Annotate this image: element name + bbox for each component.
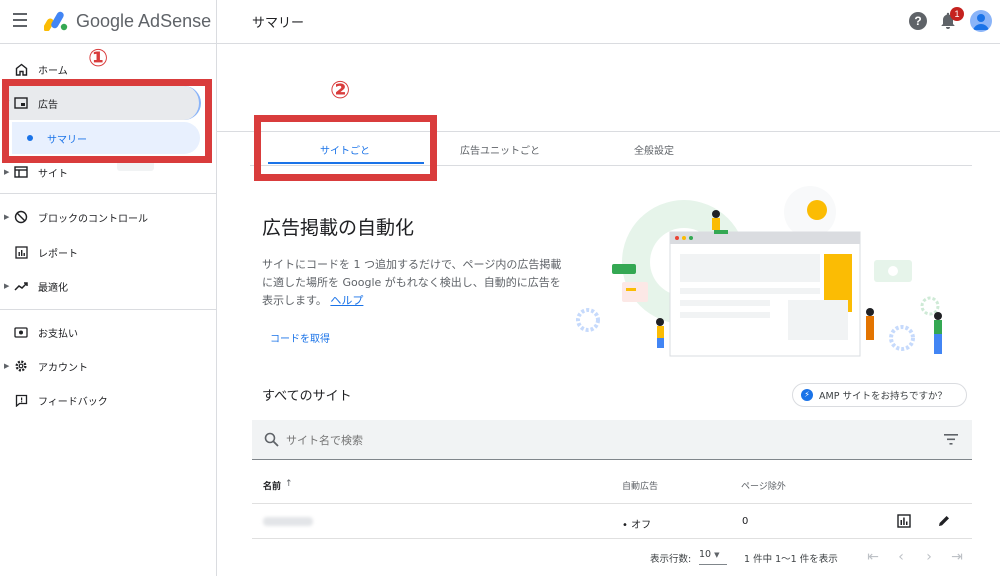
chevron-right-icon: ▶	[4, 362, 10, 370]
report-icon[interactable]	[897, 514, 911, 528]
site-name-redacted	[263, 517, 313, 526]
table-header: 名前 ↑ 自動広告 ページ除外	[252, 468, 972, 504]
payments-icon	[14, 325, 28, 339]
amp-sites-chip[interactable]: ⚡ AMP サイトをお持ちですか？	[792, 383, 967, 407]
top-app-bar: Google AdSense サマリー ? 1	[0, 0, 1000, 44]
hero-title: 広告掲載の自動化	[262, 217, 415, 239]
feedback-icon	[14, 393, 28, 407]
sidebar-item-reports[interactable]: レポート	[0, 237, 216, 267]
sidebar-item-label: サイト	[38, 168, 68, 180]
all-sites-title: すべてのサイト	[262, 389, 352, 404]
hero-description: サイトにコードを 1 つ追加するだけで、ページ内の広告掲載に適した場所を Goo…	[262, 256, 567, 310]
rows-per-page-label: 表示行数:	[650, 554, 692, 565]
sidebar-item-label: アカウント	[38, 362, 88, 374]
notification-badge: 1	[950, 7, 964, 21]
chevron-right-icon: ▶	[4, 282, 10, 290]
annotation-number-2: ②	[330, 76, 351, 104]
table-pager: 表示行数: 10 ▼ 1 件中 1〜1 件を表示 ⇤ ‹ › ⇥	[252, 544, 972, 572]
help-icon[interactable]: ?	[909, 12, 927, 30]
sort-arrow-icon[interactable]: ↑	[285, 479, 293, 489]
site-search-bar	[252, 420, 972, 460]
report-icon	[14, 245, 28, 259]
home-icon	[14, 62, 28, 76]
last-page-icon[interactable]: ⇥	[948, 548, 966, 566]
sidebar-divider	[0, 193, 216, 194]
column-header-name[interactable]: 名前	[263, 479, 281, 492]
search-icon	[264, 432, 279, 447]
column-header-page-exclusions: ページ除外	[741, 482, 786, 492]
sidebar-item-label: ホーム	[38, 65, 68, 77]
help-link[interactable]: ヘルプ	[330, 294, 363, 307]
sidebar-item-label: ブロックのコントロール	[38, 213, 148, 225]
chevron-down-icon: ▼	[714, 551, 720, 559]
annotation-box-1	[2, 79, 212, 163]
rows-per-page-select[interactable]: 10 ▼	[699, 549, 727, 565]
bolt-icon: ⚡	[801, 389, 813, 401]
sidebar-item-optimization[interactable]: ▶ 最適化	[0, 271, 216, 301]
sidebar-item-block-controls[interactable]: ▶ ブロックのコントロール	[0, 202, 216, 232]
avatar[interactable]	[970, 10, 992, 32]
amp-chip-label: AMP サイトをお持ちですか？	[819, 391, 947, 402]
sidebar-item-label: フィードバック	[38, 396, 108, 408]
annotation-number-1: ①	[88, 44, 109, 72]
sidebar-divider	[0, 309, 216, 310]
auto-ads-illustration	[576, 186, 942, 357]
tab-general-settings[interactable]: 全般設定	[634, 142, 674, 157]
site-search-input[interactable]	[286, 431, 886, 449]
sidebar-item-label: レポート	[38, 248, 78, 260]
hero-description-text: サイトにコードを 1 つ追加するだけで、ページ内の広告掲載に適した場所を Goo…	[262, 258, 562, 307]
sidebar-item-account[interactable]: ▶ アカウント	[0, 351, 216, 381]
header-divider	[216, 0, 217, 44]
trending-up-icon	[14, 279, 28, 293]
auto-ads-status: • オフ	[622, 520, 652, 531]
column-header-auto-ads: 自動広告	[622, 482, 659, 492]
pager-range: 1 件中 1〜1 件を表示	[744, 554, 838, 565]
table-row: • オフ 0	[252, 505, 972, 539]
edit-icon[interactable]	[937, 514, 951, 528]
block-icon	[14, 210, 28, 224]
get-code-button[interactable]: コードを取得	[270, 330, 330, 345]
sidebar-item-label: お支払い	[38, 328, 78, 340]
chevron-right-icon: ▶	[4, 168, 10, 176]
menu-icon[interactable]	[13, 13, 29, 27]
sidebar-item-label: 最適化	[38, 282, 68, 294]
filter-icon[interactable]	[944, 434, 958, 445]
next-page-icon[interactable]: ›	[920, 548, 938, 566]
tab-by-ad-unit[interactable]: 広告ユニットごと	[460, 142, 540, 157]
sidebar-item-feedback[interactable]: フィードバック	[0, 385, 216, 415]
annotation-box-2	[254, 115, 437, 181]
first-page-icon[interactable]: ⇤	[864, 548, 882, 566]
gear-icon	[14, 359, 28, 373]
prev-page-icon[interactable]: ‹	[892, 548, 910, 566]
page-exclusions-count: 0	[742, 516, 749, 527]
sidebar-item-payments[interactable]: お支払い	[0, 317, 216, 347]
brand-name: Google AdSense	[76, 11, 212, 31]
adsense-logo-icon	[44, 11, 68, 31]
chevron-right-icon: ▶	[4, 213, 10, 221]
sites-icon	[14, 165, 28, 179]
page-title: サマリー	[252, 16, 305, 31]
user-icon	[973, 14, 989, 30]
